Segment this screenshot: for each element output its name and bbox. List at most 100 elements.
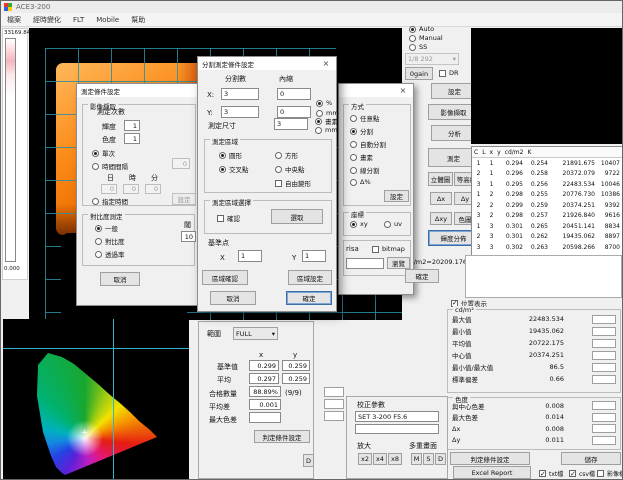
zoom-step-button[interactable]: x8 <box>388 453 402 465</box>
table-row[interactable]: 2 2 0.299 0.259 20374.251 9392 <box>472 200 622 211</box>
interval-radio[interactable]: 時間間隔 <box>92 161 128 171</box>
range-select[interactable]: FULL▾ <box>233 327 278 340</box>
ref-x-field[interactable]: 0.299 <box>249 360 279 371</box>
transmittance-radio[interactable]: 透過率 <box>95 249 125 259</box>
general-radio[interactable]: 一般 <box>95 223 118 233</box>
table-row[interactable]: 3 1 0.295 0.256 22483.534 10046 <box>472 179 622 190</box>
image-file-checkbox[interactable]: 影像檔 <box>597 469 623 478</box>
excel-report-button[interactable]: Excel Report <box>453 466 531 479</box>
free-form-checkbox[interactable]: 自由變形 <box>275 178 311 188</box>
table-row[interactable]: 3 3 0.302 0.263 20598.266 8700 <box>472 242 622 253</box>
d-small-button[interactable]: D <box>303 454 314 467</box>
table-row[interactable]: 2 3 0.301 0.262 19435.062 8897 <box>472 232 622 243</box>
base-x-field[interactable]: 1 <box>238 250 262 262</box>
shutter-select[interactable]: 1/8 292▾ <box>405 53 459 65</box>
bitmap-checkbox[interactable]: bitmap <box>372 245 405 253</box>
menu-item[interactable]: 經時變化 <box>33 15 61 25</box>
delta-x-button[interactable]: Δx <box>430 192 452 205</box>
contrast-radio[interactable]: 對比度 <box>95 236 125 246</box>
table-row[interactable]: 1 3 0.301 0.265 20451.141 8834 <box>472 221 622 232</box>
avg-diff-indicator-box <box>324 399 344 409</box>
exposure-auto-radio[interactable]: Auto <box>409 25 434 33</box>
close-icon[interactable]: × <box>320 59 332 68</box>
zoom-step-button[interactable]: x4 <box>373 453 387 465</box>
pick-button[interactable]: 選取 <box>271 209 323 224</box>
method-set-button[interactable]: 設定 <box>384 190 409 202</box>
method-path-field[interactable] <box>346 258 384 269</box>
method-split-radio[interactable]: 分割 <box>350 126 373 136</box>
menu-item[interactable]: FLT <box>73 16 84 24</box>
multi-screen-button[interactable]: S <box>423 453 434 465</box>
table-row[interactable]: 1 2 0.298 0.255 20776.730 10386 <box>472 190 622 201</box>
shape-circle-radio[interactable]: 圓形 <box>219 150 242 160</box>
split-cancel-button[interactable]: 取消 <box>210 291 256 305</box>
method-any-point-radio[interactable]: 任意點 <box>350 113 380 123</box>
x-inset-field[interactable]: 0 <box>277 88 311 100</box>
specified-time-radio[interactable]: 指定時間 <box>92 196 128 206</box>
delta-xy-button[interactable]: Δxy <box>430 212 452 225</box>
menu-item[interactable]: Mobile <box>96 16 119 24</box>
zoom-step-button[interactable]: x2 <box>358 453 372 465</box>
table-row[interactable]: 1 1 0.294 0.254 21891.675 10407 <box>472 158 622 169</box>
browse-button[interactable]: 瀏覽 <box>387 257 410 269</box>
judge-condition-button[interactable]: 判定條件設定 <box>450 452 530 465</box>
chroma-count-field[interactable]: 1 <box>124 133 140 144</box>
txt-file-checkbox[interactable]: txt檔 <box>539 469 563 478</box>
hour-field[interactable]: 0 <box>123 184 139 194</box>
multi-screen-button[interactable]: D <box>435 453 446 465</box>
range-judge-button[interactable]: 判定條件設定 <box>254 430 310 443</box>
coord-uv-radio[interactable]: uv <box>384 220 402 228</box>
close-icon[interactable]: × <box>397 86 409 95</box>
cie-diagram-panel[interactable]: + <box>3 319 189 480</box>
measure-cancel-button[interactable]: 取消 <box>100 272 140 286</box>
interval-field[interactable]: 0 <box>172 158 190 169</box>
size-mm-radio[interactable]: mm <box>315 126 338 134</box>
inset-percent-radio[interactable]: % <box>316 99 332 107</box>
minute-field[interactable]: 0 <box>145 184 161 194</box>
method-auto-split-radio[interactable]: 自動分割 <box>350 139 386 149</box>
shape-square-radio[interactable]: 方形 <box>275 150 298 160</box>
split-ok-button[interactable]: 確定 <box>286 291 332 305</box>
table-row[interactable]: 3 2 0.298 0.257 21926.840 9616 <box>472 211 622 222</box>
max-diff-label: 最大色差 <box>209 416 237 424</box>
menu-item[interactable]: 幫助 <box>131 15 145 25</box>
avg-diff-label: 平均差 <box>209 403 230 411</box>
y-divisions-field[interactable]: 3 <box>221 106 259 118</box>
save-button[interactable]: 儲存 <box>561 452 621 465</box>
solid-view-button[interactable]: 立體圖 <box>428 172 453 186</box>
table-row[interactable]: 2 1 0.296 0.258 20372.079 9722 <box>472 169 622 180</box>
chroma-stats-group: 色度 與中心色差 0.008 最大色差 0.014 Δx 0.008 <box>447 397 621 450</box>
exposure-manual-radio[interactable]: Manual <box>409 34 443 42</box>
size-pixel-radio[interactable]: 畫素 <box>315 116 338 126</box>
menu-item[interactable]: 檔案 <box>7 15 21 25</box>
avg-x-field: 0.297 <box>249 373 279 384</box>
region-confirm-checkbox[interactable]: 確認 <box>217 213 240 223</box>
result-image-view[interactable] <box>471 28 623 144</box>
size-field[interactable]: 3 <box>274 118 308 130</box>
threshold-field[interactable]: 10 <box>181 231 196 242</box>
day-field[interactable]: 0 <box>101 184 117 194</box>
coord-xy-radio[interactable]: xy <box>350 220 368 228</box>
measurement-table: CLxycd/m2K 1 1 0.294 0.254 21891.675 104… <box>471 146 623 259</box>
multi-screen-button[interactable]: M <box>411 453 422 465</box>
base-y-field[interactable]: 1 <box>302 250 326 262</box>
exposure-ss-radio[interactable]: SS <box>409 43 427 51</box>
zero-gain-button[interactable]: 0gain <box>405 67 433 80</box>
method-ok-button[interactable]: 確定 <box>405 269 439 283</box>
x-divisions-field[interactable]: 3 <box>221 88 259 100</box>
single-shot-radio[interactable]: 單次 <box>92 148 115 158</box>
csv-file-checkbox[interactable]: csv檔 <box>569 469 595 478</box>
point-cross-radio[interactable]: 交叉點 <box>219 164 249 174</box>
title-bar: ACE3-200 <box>1 1 623 13</box>
region-confirm-button[interactable]: 區域確認 <box>202 270 248 285</box>
luminance-count-field[interactable]: 1 <box>124 120 140 131</box>
method-delta-radio[interactable]: Δ% <box>350 178 371 186</box>
dr-checkbox[interactable]: DR <box>439 69 459 77</box>
method-line-split-radio[interactable]: 線分割 <box>350 165 380 175</box>
region-set-button[interactable]: 區域設定 <box>288 270 332 285</box>
ref-y-field[interactable]: 0.259 <box>282 360 310 371</box>
point-center-radio[interactable]: 中央點 <box>275 164 305 174</box>
time-set-button[interactable]: 設定 <box>172 193 196 205</box>
y-inset-field[interactable]: 0 <box>277 106 311 118</box>
method-pixel-radio[interactable]: 畫素 <box>350 152 373 162</box>
